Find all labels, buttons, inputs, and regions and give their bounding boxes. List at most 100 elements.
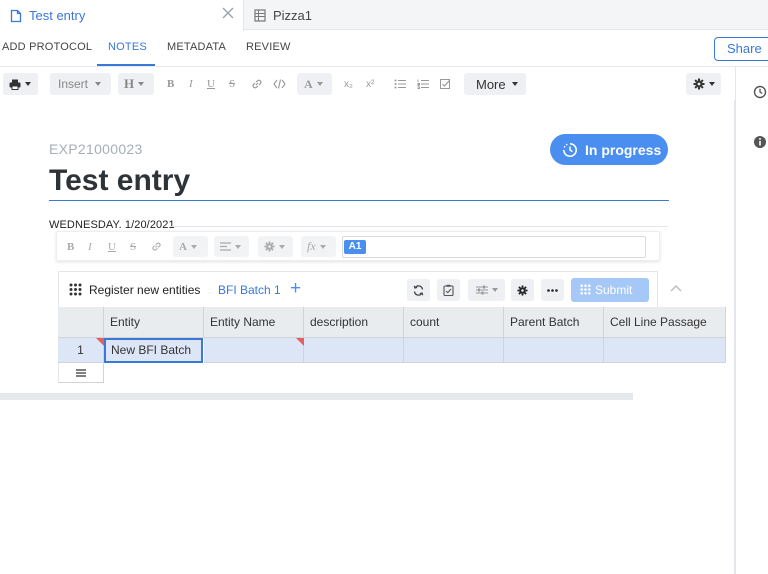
chevron-down-icon bbox=[190, 244, 197, 249]
grid-cell-cell-line-passage[interactable] bbox=[604, 338, 726, 363]
subscript-button[interactable]: x₂ bbox=[344, 73, 353, 95]
chevron-down-icon bbox=[138, 82, 145, 86]
clipboard-check-icon bbox=[443, 284, 454, 296]
column-header-description[interactable]: description bbox=[304, 307, 404, 338]
entities-grid: Entity Entity Name description count Par… bbox=[58, 307, 726, 383]
subtab-metadata[interactable]: METADATA bbox=[167, 41, 226, 53]
italic-button[interactable]: I bbox=[189, 73, 193, 95]
bulleted-list-icon[interactable] bbox=[394, 73, 406, 95]
grid-cell-parent-batch[interactable] bbox=[504, 338, 604, 363]
add-batch-icon[interactable]: + bbox=[290, 279, 301, 298]
font-color-icon: A bbox=[304, 76, 313, 91]
history-icon[interactable] bbox=[753, 85, 767, 99]
cell-reference-badge: A1 bbox=[344, 240, 366, 254]
submit-button[interactable]: Submit bbox=[571, 278, 649, 302]
chevron-down-icon bbox=[95, 82, 102, 86]
column-header-cell-line-passage[interactable]: Cell Line Passage bbox=[604, 307, 726, 338]
grid-corner[interactable] bbox=[58, 307, 104, 338]
print-dropdown[interactable] bbox=[3, 73, 38, 95]
share-button[interactable]: Share bbox=[714, 37, 768, 61]
grid-dots-icon bbox=[580, 284, 591, 295]
chevron-down-icon bbox=[316, 82, 323, 86]
print-icon bbox=[9, 79, 21, 90]
close-icon[interactable] bbox=[221, 6, 235, 20]
register-entities-header: Register new entities BFI Batch 1 + Subm… bbox=[58, 271, 658, 307]
underline-button[interactable]: U bbox=[108, 236, 116, 257]
insert-dropdown[interactable]: Insert bbox=[50, 73, 111, 95]
chevron-down-icon bbox=[235, 244, 241, 249]
divider bbox=[170, 226, 668, 227]
batch-name-link[interactable]: BFI Batch 1 bbox=[218, 283, 281, 297]
table-settings-button[interactable] bbox=[511, 279, 534, 301]
chevron-down-icon bbox=[511, 82, 518, 86]
link-icon[interactable] bbox=[251, 73, 263, 95]
more-options-button[interactable] bbox=[541, 279, 564, 301]
bold-button[interactable]: B bbox=[167, 73, 174, 95]
grid-cell-entity[interactable]: New BFI Batch bbox=[104, 338, 203, 363]
subtab-review[interactable]: REVIEW bbox=[246, 41, 291, 53]
submit-label: Submit bbox=[595, 283, 633, 297]
align-left-icon bbox=[220, 242, 231, 251]
right-sidebar bbox=[735, 67, 768, 574]
link-icon[interactable] bbox=[151, 236, 162, 257]
gear-icon bbox=[517, 284, 528, 296]
numbered-list-icon[interactable] bbox=[417, 73, 429, 95]
column-header-parent-batch[interactable]: Parent Batch bbox=[504, 307, 604, 338]
align-dropdown[interactable] bbox=[214, 236, 249, 257]
row-menu-button[interactable] bbox=[58, 363, 104, 383]
strikethrough-button[interactable]: S bbox=[229, 73, 235, 95]
grid-cell-entity-name[interactable] bbox=[204, 338, 304, 363]
underline-button[interactable]: U bbox=[207, 73, 215, 95]
title-underline bbox=[49, 200, 669, 201]
subtab-notes[interactable]: NOTES bbox=[108, 41, 147, 53]
italic-button[interactable]: I bbox=[88, 236, 92, 257]
column-header-count[interactable]: count bbox=[404, 307, 504, 338]
settings-dropdown[interactable] bbox=[686, 73, 721, 95]
refresh-button[interactable] bbox=[407, 279, 430, 301]
gear-icon bbox=[264, 241, 275, 252]
spreadsheet-toolbar: B I U S A fx A1 bbox=[56, 231, 660, 261]
code-icon[interactable] bbox=[273, 73, 286, 95]
required-flag bbox=[296, 338, 304, 346]
spreadsheet-icon bbox=[254, 9, 266, 22]
grid-cell-count[interactable] bbox=[404, 338, 504, 363]
insert-label: Insert bbox=[58, 77, 89, 91]
bold-button[interactable]: B bbox=[67, 236, 74, 257]
status-button[interactable]: In progress bbox=[550, 134, 668, 165]
entry-document: EXP21000023 In progress Test entry WEDNE… bbox=[0, 100, 735, 574]
tab-test-entry[interactable]: Test entry bbox=[0, 0, 244, 31]
tab-pizza1[interactable]: Pizza1 bbox=[244, 0, 444, 31]
strikethrough-button[interactable]: S bbox=[130, 236, 136, 257]
font-color-dropdown[interactable]: A bbox=[297, 73, 332, 95]
font-color-dropdown[interactable]: A bbox=[173, 236, 208, 257]
document-tab-bar: Test entry Pizza1 bbox=[0, 0, 768, 31]
grid-cell-description[interactable] bbox=[304, 338, 404, 363]
columns-dropdown[interactable] bbox=[468, 279, 505, 301]
chevron-up-icon[interactable] bbox=[670, 284, 682, 296]
tab-label: Pizza1 bbox=[273, 8, 313, 23]
superscript-button[interactable]: x² bbox=[366, 73, 374, 95]
grid-dots-icon bbox=[69, 283, 82, 296]
cell-settings-dropdown[interactable] bbox=[258, 236, 293, 257]
horizontal-scrollbar[interactable] bbox=[0, 393, 633, 400]
heading-dropdown[interactable]: H bbox=[118, 73, 154, 95]
gear-icon bbox=[693, 78, 705, 90]
date-section-label: WEDNESDAY. 1/20/2021 bbox=[49, 219, 175, 231]
more-dropdown[interactable]: More bbox=[464, 73, 526, 95]
column-header-entity[interactable]: Entity bbox=[104, 307, 204, 338]
function-dropdown[interactable]: fx bbox=[301, 236, 336, 257]
function-icon: fx bbox=[307, 239, 316, 253]
checklist-icon[interactable] bbox=[440, 73, 452, 95]
info-icon[interactable] bbox=[753, 135, 767, 149]
register-entities-title: Register new entities bbox=[89, 283, 201, 297]
subtab-add-protocol[interactable]: ADD PROTOCOL bbox=[2, 41, 92, 53]
required-flag bbox=[96, 338, 104, 346]
chevron-down-icon bbox=[25, 82, 31, 86]
hamburger-icon bbox=[76, 368, 86, 377]
validate-button[interactable] bbox=[437, 279, 460, 301]
refresh-icon bbox=[413, 284, 424, 296]
column-header-entity-name[interactable]: Entity Name bbox=[204, 307, 304, 338]
entry-title[interactable]: Test entry bbox=[49, 164, 190, 198]
font-color-icon: A bbox=[179, 240, 187, 253]
formula-bar[interactable]: A1 bbox=[342, 236, 646, 258]
